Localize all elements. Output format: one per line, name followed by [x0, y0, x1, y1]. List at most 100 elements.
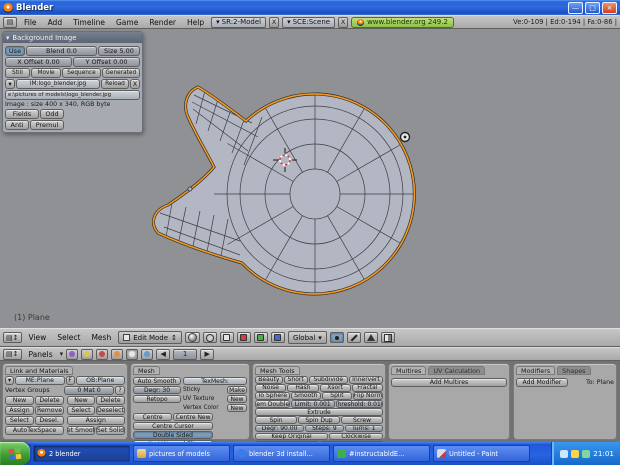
tab-multires[interactable]: Multires	[391, 366, 427, 375]
select-menu[interactable]: Select	[53, 333, 84, 342]
texmesh-field[interactable]: TexMesh:	[183, 377, 247, 385]
keep-original-toggle[interactable]: Keep Original	[255, 432, 329, 441]
menu-timeline[interactable]: Timeline	[69, 18, 109, 27]
centre-new-button[interactable]: Centre New	[173, 413, 213, 421]
menu-render[interactable]: Render	[145, 18, 180, 27]
centre-cursor-button[interactable]: Centre Cursor	[133, 422, 213, 430]
material-delete-button[interactable]: Delete	[96, 396, 125, 405]
window-type-icon[interactable]: ▤	[3, 16, 17, 28]
reload-button[interactable]: Reload	[101, 79, 129, 89]
anti-toggle[interactable]: Anti	[5, 120, 29, 130]
scene-selector[interactable]: ▾ SCE:Scene	[282, 16, 336, 28]
tab-link-and-materials[interactable]: Link and Materials	[5, 366, 74, 375]
image-path-field[interactable]: e:\pictures of models\logo_blender.jpg	[5, 90, 140, 100]
threshold-field[interactable]: Threshold: 0.010	[335, 400, 383, 408]
spin-dup-button[interactable]: Spin Dup	[298, 416, 340, 425]
y-offset-field[interactable]: Y Offset 0.00	[73, 57, 140, 67]
menu-add[interactable]: Add	[44, 18, 67, 27]
use-toggle[interactable]: Use	[5, 46, 25, 56]
auto-texspace-toggle[interactable]: AutoTexSpace	[5, 426, 64, 435]
panels-dropdown-icon[interactable]: ▾	[60, 350, 64, 358]
start-button[interactable]	[0, 442, 30, 465]
vgroup-select-button[interactable]: Select	[5, 416, 34, 425]
vgroup-delete-button[interactable]: Delete	[35, 396, 64, 405]
to-sphere-button[interactable]: To Sphere	[255, 392, 290, 400]
tab-modifiers[interactable]: Modifiers	[516, 366, 556, 375]
fractal-button[interactable]: Fractal	[351, 384, 383, 392]
odd-toggle[interactable]: Odd	[40, 109, 64, 119]
image-browse-icon[interactable]: ▾	[5, 79, 15, 89]
tab-mesh[interactable]: Mesh	[133, 366, 160, 375]
source-still-button[interactable]: Still	[5, 68, 30, 78]
premul-toggle[interactable]: Premul	[30, 120, 64, 130]
innervert-toggle[interactable]: Innervert	[348, 376, 383, 384]
set-smooth-button[interactable]: Set Smooth	[67, 426, 95, 435]
mesh-browse-icon[interactable]: ▾	[5, 376, 14, 385]
steps-field[interactable]: Steps: 9	[305, 424, 344, 433]
mode-dropdown[interactable]: Edit Mode ↕	[118, 331, 182, 344]
source-generated-button[interactable]: Generated	[101, 68, 141, 78]
object-context-icon[interactable]	[111, 348, 124, 360]
editor-type-icon[interactable]: ▤ ↕	[3, 332, 22, 343]
menu-game[interactable]: Game	[112, 18, 142, 27]
vgroup-desel-button[interactable]: Desel.	[34, 416, 64, 425]
taskbar-clock[interactable]: 21:01	[593, 449, 614, 458]
spin-degr-field[interactable]: Degr: 90.00	[255, 424, 305, 433]
screen-selector[interactable]: ▾ SR:2-Model	[211, 16, 267, 28]
menu-help[interactable]: Help	[183, 18, 208, 27]
minimize-button[interactable]: —	[568, 1, 583, 14]
add-modifier-button[interactable]: Add Modifier	[516, 378, 568, 387]
tray-icon-1[interactable]	[560, 449, 569, 458]
buttons-editor-icon[interactable]: ▤ ↕	[3, 348, 22, 360]
extrude-button[interactable]: Extrude	[255, 408, 383, 416]
retopo-toggle[interactable]: Retopo	[133, 395, 181, 403]
flip-norm-button[interactable]: Flip Norm	[352, 392, 383, 400]
frame-step-left[interactable]: ◀	[156, 348, 171, 360]
draw-type-dropdown[interactable]	[184, 332, 200, 343]
material-deselect-button[interactable]: Deselect	[96, 406, 125, 415]
short-toggle[interactable]: Short	[283, 376, 308, 384]
background-image-panel-header[interactable]: ▾ Background Image	[3, 32, 142, 43]
vgroup-new-button[interactable]: New	[5, 396, 34, 405]
close-button[interactable]: ×	[602, 1, 617, 14]
scene-delete-button[interactable]: X	[338, 16, 349, 28]
tab-shapes[interactable]: Shapes	[557, 366, 591, 375]
source-movie-button[interactable]: Movie	[30, 68, 62, 78]
blender-version-button[interactable]: www.blender.org 249.2	[351, 16, 454, 28]
image-delete-button[interactable]: X	[130, 79, 140, 89]
3d-viewport[interactable]: ▾ Background Image Use Blend 0.0 Size 5.…	[0, 29, 620, 328]
noise-button[interactable]: Noise	[255, 384, 287, 392]
double-sided-toggle[interactable]: Double Sided	[133, 431, 213, 439]
menu-file[interactable]: File	[20, 18, 41, 27]
occlude-geometry-button[interactable]	[380, 332, 395, 343]
tray-icon-3[interactable]	[582, 449, 591, 458]
taskbar-item-paint[interactable]: Untitled - Paint	[433, 445, 530, 462]
clockwise-toggle[interactable]: Clockwise	[329, 432, 383, 441]
smooth-button[interactable]: Smooth	[290, 392, 321, 400]
vgroup-assign-button[interactable]: Assign	[5, 406, 34, 415]
x-offset-field[interactable]: X Offset 0.00	[5, 57, 72, 67]
view-menu[interactable]: View	[25, 333, 51, 342]
manipulator-toggle[interactable]	[219, 332, 234, 343]
edge-select-button[interactable]	[346, 332, 361, 343]
turns-field[interactable]: Turns: 1	[344, 424, 384, 433]
material-new-button[interactable]: New	[67, 396, 95, 405]
material-question-button[interactable]: ?	[115, 386, 125, 395]
vertex-select-button[interactable]	[329, 332, 344, 343]
subdivide-button[interactable]: Subdivide	[308, 376, 348, 384]
size-field[interactable]: Size 5.00	[98, 46, 140, 56]
script-context-icon[interactable]	[81, 348, 94, 360]
sticky-make-button[interactable]: Make	[227, 386, 247, 394]
tab-uv-calculation[interactable]: UV Calculation	[428, 366, 486, 375]
scene-context-icon[interactable]	[141, 348, 154, 360]
spin-button[interactable]: Spin	[255, 416, 297, 425]
maximize-button[interactable]: □	[585, 1, 600, 14]
source-sequence-button[interactable]: Sequence	[62, 68, 101, 78]
frame-step-right[interactable]: ▶	[200, 348, 215, 360]
auto-smooth-toggle[interactable]: Auto Smooth	[133, 377, 181, 385]
panels-menu[interactable]: Panels	[25, 350, 57, 359]
editing-context-icon[interactable]	[126, 348, 139, 360]
tray-icon-2[interactable]	[571, 449, 580, 458]
set-solid-button[interactable]: Set Solid	[96, 426, 125, 435]
pivot-dropdown[interactable]	[202, 332, 217, 343]
